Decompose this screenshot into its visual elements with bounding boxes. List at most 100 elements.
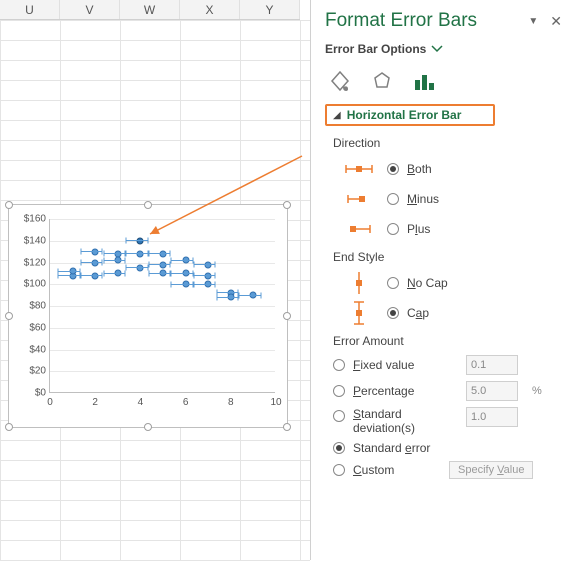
y-tick: $100 (14, 279, 46, 290)
data-point[interactable] (160, 270, 167, 277)
pane-sub-label: Error Bar Options (325, 42, 426, 56)
percentage-input[interactable]: 5.0 (466, 381, 518, 401)
resize-handle[interactable] (5, 312, 13, 320)
opt-label: Percentage (353, 384, 458, 398)
data-point[interactable] (205, 281, 212, 288)
radio[interactable] (333, 410, 345, 422)
cap-icon (339, 301, 379, 325)
amount-label: Error Amount (333, 334, 562, 348)
col-header-X[interactable]: X (180, 0, 240, 19)
data-point[interactable] (182, 257, 189, 264)
data-point[interactable] (69, 268, 76, 275)
resize-handle[interactable] (283, 423, 291, 431)
spreadsheet-grid[interactable]: UVWXY $0$20$40$60$80$100$120$140$1600246… (0, 0, 310, 560)
close-icon[interactable]: ✕ (550, 13, 562, 30)
data-point[interactable] (92, 272, 99, 279)
opt-label: Standard error (353, 441, 430, 455)
amount-stderr[interactable]: Standard error (333, 441, 562, 455)
x-tick: 8 (228, 397, 234, 408)
data-point[interactable] (227, 294, 234, 301)
pane-title: Format Error Bars (325, 10, 477, 32)
resize-handle[interactable] (5, 423, 13, 431)
x-tick: 2 (92, 397, 98, 408)
y-tick: $0 (14, 388, 46, 399)
col-header-W[interactable]: W (120, 0, 180, 19)
plot-area[interactable]: $0$20$40$60$80$100$120$140$1600246810 (49, 219, 275, 393)
pane-menu-icon[interactable]: ▼ (528, 16, 538, 27)
amount-percentage[interactable]: Percentage 5.0 % (333, 381, 562, 401)
data-point[interactable] (114, 257, 121, 264)
format-error-bars-pane: Format Error Bars ▼ ✕ Error Bar Options (310, 0, 572, 560)
collapse-triangle-icon: ◢ (333, 110, 341, 121)
format-category-icons (325, 62, 562, 104)
opt-label: Standarddeviation(s) (353, 407, 458, 435)
minus-icon (339, 187, 379, 211)
x-tick: 4 (138, 397, 144, 408)
direction-both[interactable]: Both (339, 157, 562, 181)
resize-handle[interactable] (144, 201, 152, 209)
direction-minus[interactable]: Minus (339, 187, 562, 211)
radio[interactable] (387, 163, 399, 175)
data-point[interactable] (182, 270, 189, 277)
pane-subheader[interactable]: Error Bar Options (325, 36, 562, 62)
radio[interactable] (333, 385, 345, 397)
section-horizontal-error-bar[interactable]: ◢ Horizontal Error Bar (325, 104, 495, 126)
fixed-value-input[interactable]: 0.1 (466, 355, 518, 375)
pane-header: Format Error Bars ▼ ✕ (325, 6, 562, 36)
data-point[interactable] (114, 270, 121, 277)
resize-handle[interactable] (283, 201, 291, 209)
y-tick: $20 (14, 366, 46, 377)
fill-line-icon[interactable] (327, 68, 353, 94)
data-point[interactable] (182, 281, 189, 288)
amount-custom[interactable]: Custom Specify Value (333, 461, 562, 479)
amount-stddev[interactable]: Standarddeviation(s) 1.0 (333, 407, 562, 435)
y-tick: $160 (14, 214, 46, 225)
x-tick: 10 (270, 397, 281, 408)
opt-label: Minus (407, 192, 439, 206)
both-icon (339, 157, 379, 181)
data-point[interactable] (205, 272, 212, 279)
opt-label: No Cap (407, 276, 448, 290)
direction-plus[interactable]: Plus (339, 217, 562, 241)
data-point[interactable] (92, 248, 99, 255)
y-tick: $140 (14, 235, 46, 246)
y-tick: $40 (14, 344, 46, 355)
endstyle-nocap[interactable]: No Cap (339, 271, 562, 295)
data-point[interactable] (160, 250, 167, 257)
section-label: Horizontal Error Bar (347, 108, 462, 122)
data-point[interactable] (92, 259, 99, 266)
data-point[interactable] (137, 250, 144, 257)
radio[interactable] (333, 442, 345, 454)
col-header-V[interactable]: V (60, 0, 120, 19)
col-header-Y[interactable]: Y (240, 0, 300, 19)
y-tick: $80 (14, 301, 46, 312)
radio[interactable] (387, 277, 399, 289)
radio[interactable] (333, 464, 345, 476)
data-point[interactable] (205, 261, 212, 268)
plus-icon (339, 217, 379, 241)
data-point[interactable] (137, 237, 144, 244)
specify-value-button[interactable]: Specify Value (449, 461, 533, 479)
col-header-U[interactable]: U (0, 0, 60, 19)
y-tick: $60 (14, 322, 46, 333)
endstyle-cap[interactable]: Cap (339, 301, 562, 325)
resize-handle[interactable] (283, 312, 291, 320)
resize-handle[interactable] (144, 423, 152, 431)
column-headers: UVWXY (0, 0, 300, 20)
bar-options-icon[interactable] (411, 68, 437, 94)
data-point[interactable] (250, 292, 257, 299)
radio[interactable] (387, 307, 399, 319)
resize-handle[interactable] (5, 201, 13, 209)
amount-fixed[interactable]: Fixed value 0.1 (333, 355, 562, 375)
y-tick: $120 (14, 257, 46, 268)
radio[interactable] (333, 359, 345, 371)
radio[interactable] (387, 223, 399, 235)
radio[interactable] (387, 193, 399, 205)
stddev-input[interactable]: 1.0 (466, 407, 518, 427)
effects-icon[interactable] (369, 68, 395, 94)
endstyle-label: End Style (333, 250, 562, 264)
opt-label: Fixed value (353, 358, 458, 372)
embedded-chart[interactable]: $0$20$40$60$80$100$120$140$1600246810 (8, 204, 288, 428)
data-point[interactable] (160, 261, 167, 268)
data-point[interactable] (137, 264, 144, 271)
